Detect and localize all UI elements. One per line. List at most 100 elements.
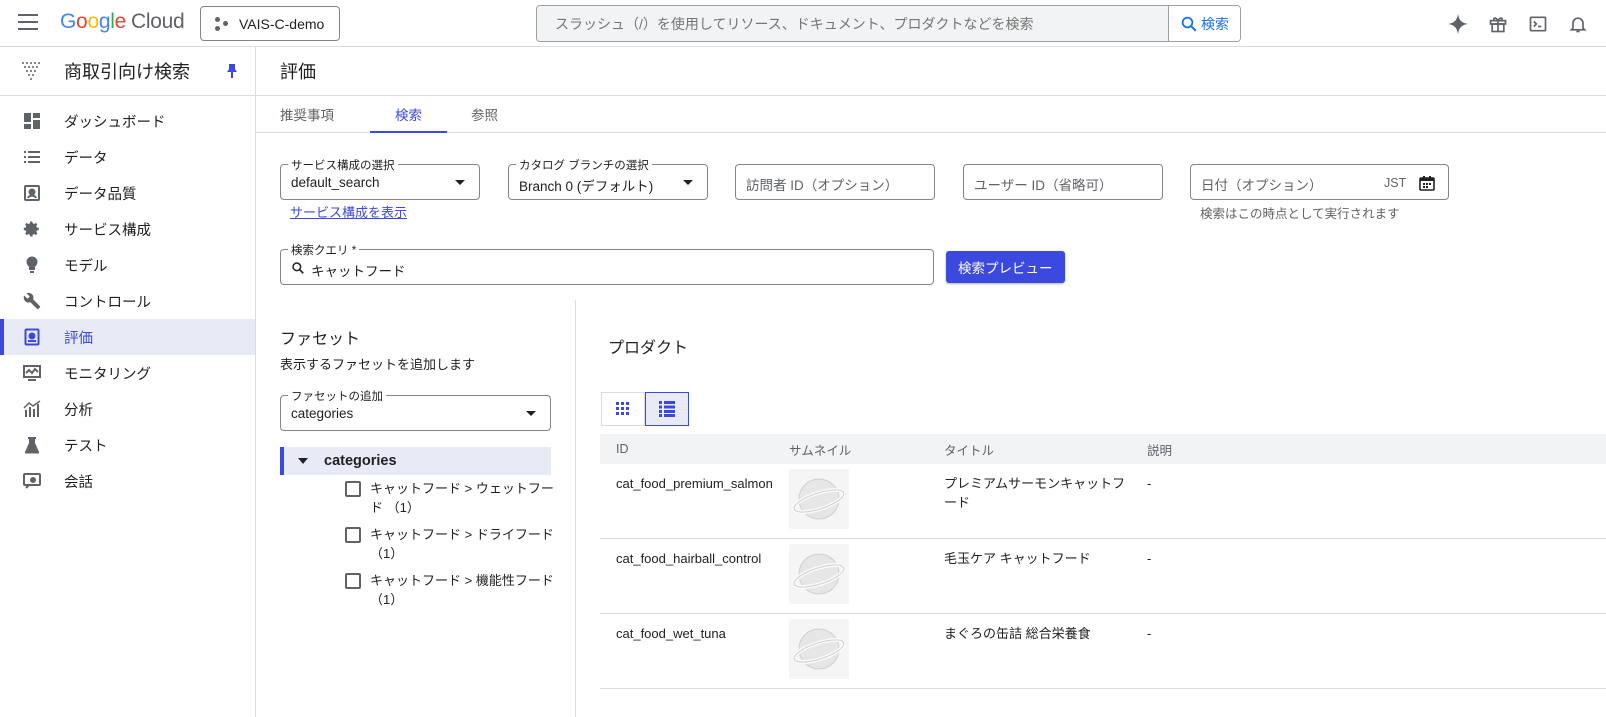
- panel-divider: [575, 300, 576, 717]
- facet-checkbox[interactable]: [345, 527, 361, 543]
- date-field[interactable]: 日付（オプション） JST: [1190, 164, 1449, 200]
- product-thumbnail-planet-icon: [789, 544, 849, 604]
- main-menu-icon[interactable]: [18, 14, 38, 30]
- sidebar-title: 商取引向け検索: [64, 62, 190, 82]
- product-thumbnail-planet-icon: [789, 619, 849, 679]
- table-row[interactable]: cat_food_premium_salmon プレミアムサーモンキャットフード…: [600, 464, 1606, 539]
- chevron-down-icon: [526, 411, 536, 416]
- grid-view-button[interactable]: [601, 392, 645, 426]
- column-header-title: タイトル: [944, 443, 995, 458]
- view-serving-config-link[interactable]: サービス構成を表示: [290, 202, 407, 221]
- flask-icon: [22, 435, 42, 455]
- sidebar-item-label: サービス構成: [64, 222, 151, 239]
- tab-bar: 推奨事項 検索 参照: [256, 96, 1606, 133]
- sidebar-item-label: 評価: [64, 330, 93, 347]
- serving-config-select[interactable]: サービス構成の選択 default_search: [280, 157, 480, 200]
- facet-option-label: キャットフード > 機能性フード （1）: [370, 573, 554, 607]
- sidebar-item-label: データ: [64, 150, 108, 167]
- calendar-icon[interactable]: [1419, 175, 1435, 191]
- analytics-icon: [22, 399, 42, 419]
- sidebar-item-dashboard[interactable]: ダッシュボード: [0, 103, 255, 139]
- gift-icon[interactable]: [1478, 4, 1518, 44]
- sidebar-item-controls[interactable]: コントロール: [0, 283, 255, 319]
- facet-option[interactable]: キャットフード > 機能性フード （1）: [345, 571, 555, 609]
- sidebar-item-label: データ品質: [64, 186, 137, 203]
- product-description: -: [1147, 626, 1152, 641]
- add-facet-select[interactable]: ファセットの追加 categories: [280, 388, 551, 431]
- facet-option[interactable]: キャットフード > ドライフード （1）: [345, 525, 555, 563]
- table-row[interactable]: cat_food_hairball_control 毛玉ケア キャットフード -: [600, 539, 1606, 614]
- sidebar-item-monitoring[interactable]: モニタリング: [0, 355, 255, 391]
- notifications-bell-icon[interactable]: [1558, 4, 1598, 44]
- gear-icon: [22, 219, 42, 239]
- product-id: cat_food_hairball_control: [616, 551, 762, 566]
- sidebar-item-data-quality[interactable]: データ品質: [0, 175, 255, 211]
- facets-subtitle: 表示するファセットを追加します: [280, 357, 476, 372]
- search-preview-button[interactable]: 検索プレビュー: [946, 251, 1065, 283]
- pin-icon[interactable]: [225, 63, 239, 79]
- visitor-id-field[interactable]: 訪問者 ID（オプション）: [735, 164, 935, 200]
- product-thumbnail-planet-icon: [789, 469, 849, 529]
- gemini-sparkle-icon[interactable]: [1438, 4, 1478, 44]
- facet-checkbox[interactable]: [345, 481, 361, 497]
- sidebar: 商取引向け検索 ダッシュボード データ データ品質 サービス構成 モデル コント…: [0, 47, 256, 717]
- cloud-shell-icon[interactable]: [1518, 4, 1558, 44]
- table-row[interactable]: cat_food_wet_tuna まぐろの缶詰 総合栄養食 -: [600, 614, 1606, 689]
- column-header-description: 説明: [1147, 443, 1173, 458]
- wrench-icon: [22, 291, 42, 311]
- sidebar-item-label: モデル: [64, 258, 108, 275]
- sidebar-nav: ダッシュボード データ データ品質 サービス構成 モデル コントロール 評価 モ…: [0, 96, 255, 499]
- sidebar-item-testing[interactable]: テスト: [0, 427, 255, 463]
- logo-google-text: Google: [60, 10, 126, 33]
- list-view-icon: [659, 401, 675, 417]
- facet-group-categories[interactable]: categories: [280, 447, 551, 475]
- sidebar-item-serving-config[interactable]: サービス構成: [0, 211, 255, 247]
- sidebar-item-evaluate[interactable]: 評価: [0, 319, 255, 355]
- sidebar-item-models[interactable]: モデル: [0, 247, 255, 283]
- evaluation-icon: [22, 327, 42, 347]
- add-facet-value: categories: [291, 406, 354, 421]
- timezone-label: JST: [1384, 176, 1407, 190]
- serving-config-value: default_search: [291, 175, 380, 190]
- chevron-down-icon: [683, 180, 693, 185]
- column-header-id: ID: [616, 442, 629, 456]
- add-facet-label: ファセットの追加: [288, 388, 386, 404]
- user-id-field[interactable]: ユーザー ID（省略可）: [963, 164, 1163, 200]
- facet-option-label: キャットフード > ドライフード （1）: [370, 527, 554, 561]
- tab-browse[interactable]: 参照: [459, 96, 510, 132]
- facet-checkbox[interactable]: [345, 573, 361, 589]
- global-search-button[interactable]: 検索: [1168, 6, 1240, 41]
- view-toggle: [601, 392, 689, 426]
- product-id: cat_food_wet_tuna: [616, 626, 726, 641]
- list-view-button[interactable]: [645, 392, 689, 426]
- date-helper-text: 検索はこの時点として実行されます: [1200, 207, 1400, 221]
- tab-recommendations[interactable]: 推奨事項: [268, 96, 346, 132]
- global-search-input[interactable]: [537, 6, 1169, 41]
- list-icon: [22, 147, 42, 167]
- conversation-icon: [22, 471, 42, 491]
- product-title: 毛玉ケア キャットフード: [944, 551, 1091, 566]
- google-cloud-logo[interactable]: Google Cloud: [60, 10, 185, 34]
- grid-view-icon: [616, 402, 629, 415]
- project-picker-button[interactable]: VAIS-C-demo: [200, 6, 340, 41]
- dashboard-icon: [22, 111, 42, 131]
- products-table: ID サムネイル タイトル 説明 cat_food_premium_salmon…: [600, 434, 1606, 689]
- collapse-triangle-icon: [298, 458, 308, 464]
- catalog-branch-label: カタログ ブランチの選択: [516, 157, 652, 173]
- catalog-branch-select[interactable]: カタログ ブランチの選択 Branch 0 (デフォルト): [508, 157, 708, 200]
- search-query-field[interactable]: 検索クエリ * キャットフード: [280, 242, 934, 285]
- tab-search[interactable]: 検索: [370, 96, 447, 133]
- sidebar-item-analytics[interactable]: 分析: [0, 391, 255, 427]
- facet-option[interactable]: キャットフード > ウェットフード （1）: [345, 479, 555, 517]
- project-icon: [215, 16, 229, 31]
- date-placeholder: 日付（オプション）: [1201, 178, 1323, 193]
- facet-option-label: キャットフード > ウェットフード （1）: [370, 481, 554, 515]
- facet-group-label: categories: [324, 453, 397, 469]
- sidebar-item-data[interactable]: データ: [0, 139, 255, 175]
- data-quality-icon: [22, 183, 42, 203]
- chevron-down-icon: [455, 180, 465, 185]
- logo-cloud-text: Cloud: [130, 10, 185, 33]
- sidebar-item-conversation[interactable]: 会話: [0, 463, 255, 499]
- search-query-value: キャットフード: [311, 264, 406, 279]
- sidebar-item-label: 分析: [64, 402, 93, 419]
